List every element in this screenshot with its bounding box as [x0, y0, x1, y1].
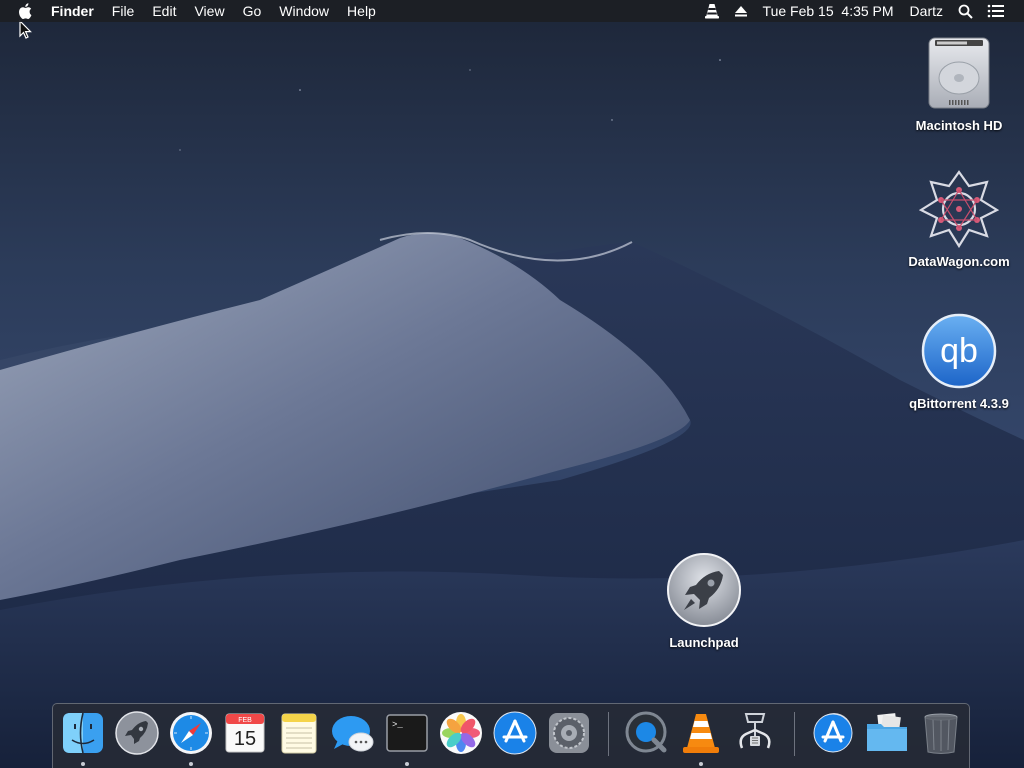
- apple-menu-icon[interactable]: [0, 0, 42, 22]
- dock-launchpad[interactable]: [114, 710, 160, 756]
- dock-notes[interactable]: [276, 710, 322, 756]
- safari-icon: [170, 712, 212, 754]
- mouse-pointer-icon: [19, 20, 32, 39]
- menu-edit[interactable]: Edit: [143, 0, 185, 22]
- dock: FEB 15 >_: [52, 703, 970, 768]
- dock-system-preferences[interactable]: [546, 710, 592, 756]
- svg-text:>_: >_: [392, 720, 403, 730]
- dock-archive-utility[interactable]: [732, 710, 778, 756]
- dock-trash[interactable]: [918, 710, 964, 756]
- dock-downloads-folder[interactable]: [864, 710, 910, 756]
- messages-icon: [332, 716, 374, 752]
- dock-app-store[interactable]: [492, 710, 538, 756]
- qbittorrent-glyph: qb: [940, 332, 978, 370]
- dock-quicktime[interactable]: [624, 710, 670, 756]
- desktop-icon-launchpad[interactable]: Launchpad: [639, 551, 769, 650]
- vlc-status-icon[interactable]: [697, 0, 727, 22]
- svg-text:15: 15: [234, 728, 256, 750]
- menu-app-name[interactable]: Finder: [42, 0, 103, 22]
- desktop: Finder File Edit View Go Window Help Tue…: [0, 0, 1024, 768]
- dock-vlc[interactable]: [678, 710, 724, 756]
- menu-go[interactable]: Go: [234, 0, 271, 22]
- desktop-icon-label: DataWagon.com: [908, 254, 1010, 269]
- quicktime-icon: [625, 711, 667, 753]
- wallpaper: [0, 0, 1024, 768]
- menu-help[interactable]: Help: [338, 0, 385, 22]
- dock-running-indicator: [405, 762, 409, 766]
- spotlight-search-icon[interactable]: [951, 0, 980, 22]
- trash-icon: [924, 713, 958, 754]
- terminal-icon: >_: [386, 714, 428, 752]
- menu-user[interactable]: Dartz: [902, 0, 951, 22]
- dock-separator: [794, 712, 795, 756]
- desktop-icon-label: qBittorrent 4.3.9: [909, 396, 1009, 411]
- dock-calendar[interactable]: FEB 15: [222, 710, 268, 756]
- dock-messages[interactable]: [330, 710, 376, 756]
- dock-running-indicator: [81, 762, 85, 766]
- svg-text:FEB: FEB: [238, 717, 252, 724]
- menu-window[interactable]: Window: [270, 0, 338, 22]
- hard-drive-icon: [928, 37, 990, 109]
- applications-folder-icon: [813, 713, 853, 753]
- dock-applications-folder[interactable]: [810, 710, 856, 756]
- launchpad-icon: [115, 711, 159, 755]
- launchpad-icon: [667, 553, 741, 627]
- notes-icon: [281, 713, 317, 754]
- dock-running-indicator: [189, 762, 193, 766]
- menu-bar: Finder File Edit View Go Window Help Tue…: [0, 0, 1024, 22]
- dock-photos[interactable]: [438, 710, 484, 756]
- notification-center-icon[interactable]: [980, 0, 1012, 22]
- menu-clock[interactable]: Tue Feb 15 4:35 PM: [755, 0, 902, 22]
- menu-file[interactable]: File: [103, 0, 144, 22]
- desktop-icon-label: Launchpad: [669, 635, 739, 650]
- dock-safari[interactable]: [168, 710, 214, 756]
- vlc-icon: [683, 714, 719, 753]
- finder-icon: [63, 712, 103, 754]
- menu-view[interactable]: View: [185, 0, 233, 22]
- qbittorrent-icon: qb: [921, 313, 997, 389]
- desktop-icon-qbittorrent[interactable]: qb qBittorrent 4.3.9: [894, 312, 1024, 411]
- desktop-icon-label: Macintosh HD: [915, 118, 1003, 133]
- app-store-icon: [493, 711, 537, 755]
- dock-separator: [608, 712, 609, 756]
- downloads-folder-icon: [867, 713, 907, 751]
- calendar-icon: FEB 15: [225, 713, 265, 753]
- system-preferences-icon: [549, 713, 589, 753]
- dock-running-indicator: [699, 762, 703, 766]
- desktop-icon-macintosh-hd[interactable]: Macintosh HD: [894, 32, 1024, 133]
- dock-terminal[interactable]: >_: [384, 710, 430, 756]
- datawagon-icon: [919, 170, 999, 248]
- eject-icon[interactable]: [727, 0, 755, 22]
- archive-utility-icon: [739, 713, 771, 749]
- desktop-icon-datawagon[interactable]: DataWagon.com: [894, 168, 1024, 269]
- dock-finder[interactable]: [60, 710, 106, 756]
- photos-icon: [440, 712, 482, 754]
